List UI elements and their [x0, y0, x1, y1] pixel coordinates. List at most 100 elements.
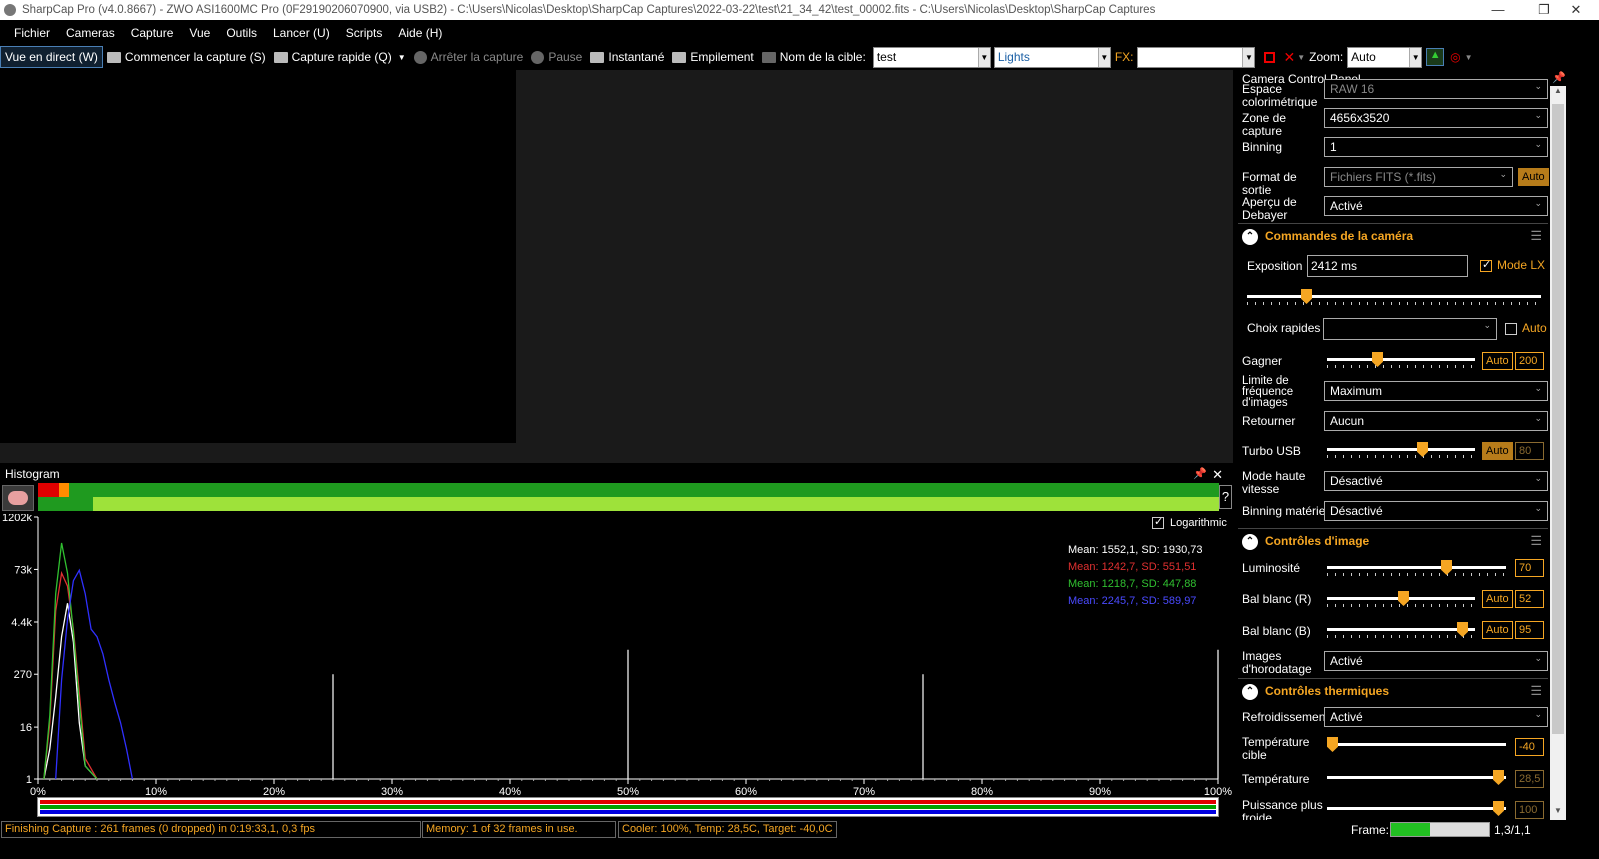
binning-dropdown[interactable]: 1 ⌄	[1324, 137, 1548, 157]
gain-value[interactable]: 200	[1515, 352, 1544, 370]
scroll-thumb[interactable]	[1552, 104, 1564, 734]
hamburger-icon[interactable]: ☰	[1530, 228, 1542, 244]
output-format-auto-button[interactable]: Auto	[1518, 168, 1549, 186]
menu-fichier[interactable]: Fichier	[14, 26, 50, 40]
timestamp-dropdown[interactable]: Activé ⌄	[1324, 651, 1548, 671]
output-format-dropdown[interactable]: Fichiers FITS (*.fits) ⌄	[1324, 167, 1513, 187]
quick-choice-label: Choix rapides	[1247, 321, 1321, 335]
target-name-label: Nom de la cible:	[758, 46, 870, 68]
debayer-dropdown[interactable]: Activé ⌄	[1324, 196, 1548, 216]
scroll-up-icon[interactable]: ▲	[1550, 86, 1566, 100]
close-icon[interactable]: ✕	[1212, 466, 1223, 483]
menu-capture[interactable]: Capture	[131, 26, 174, 40]
menu-cameras[interactable]: Cameras	[66, 26, 115, 40]
stacking-button[interactable]: Empilement	[668, 46, 757, 68]
range-bar[interactable]	[38, 497, 1219, 511]
minimize-button[interactable]: —	[1475, 0, 1521, 20]
logarithmic-checkbox[interactable]	[1152, 515, 1164, 529]
chevron-down-icon[interactable]: ▼	[1297, 53, 1305, 62]
usb-value[interactable]: 80	[1515, 442, 1544, 460]
scroll-down-icon[interactable]: ▼	[1550, 806, 1566, 820]
pause-button[interactable]: Pause	[527, 46, 586, 68]
start-capture-button[interactable]: Commencer la capture (S)	[103, 46, 270, 68]
hamburger-icon[interactable]: ☰	[1530, 683, 1542, 699]
help-button[interactable]: ?	[1219, 485, 1232, 509]
snapshot-button[interactable]: Instantané	[586, 46, 668, 68]
hw-binning-dropdown[interactable]: Désactivé ⌄	[1324, 501, 1548, 521]
x-tick-label: 100%	[1204, 786, 1232, 797]
dropdown-arrow-icon[interactable]: ▼	[398, 53, 406, 62]
gain-slider[interactable]	[1327, 352, 1475, 369]
exposure-slider[interactable]	[1247, 289, 1541, 306]
color-space-dropdown[interactable]: RAW 16 ⌄	[1324, 79, 1548, 99]
collapse-icon[interactable]: ⌃	[1242, 684, 1258, 700]
menu-lancer[interactable]: Lancer (U)	[273, 26, 330, 40]
fx-combo[interactable]: ▼	[1137, 46, 1256, 68]
y-tick-label: 16	[20, 722, 32, 734]
flip-dropdown[interactable]: Aucun ⌄	[1324, 411, 1548, 431]
chevron-down-icon[interactable]: ▼	[1097, 47, 1110, 67]
brightness-value[interactable]: 70	[1515, 559, 1544, 577]
panel-scrollbar[interactable]: ▲ ▼	[1550, 86, 1566, 820]
capture-area-dropdown[interactable]: 4656x3520 ⌄	[1324, 108, 1548, 128]
collapse-icon[interactable]: ⌃	[1242, 534, 1258, 550]
frame-type-combo[interactable]: Lights ▼	[993, 46, 1111, 68]
quick-choice-dropdown[interactable]: ⌄	[1323, 318, 1497, 340]
pin-icon[interactable]: 📌	[1552, 71, 1566, 84]
brain-button[interactable]	[2, 485, 34, 511]
level-bar[interactable]	[38, 483, 1219, 497]
gain-auto-button[interactable]: Auto	[1482, 352, 1513, 370]
wb-blue-slider[interactable]	[1327, 622, 1475, 639]
high-speed-dropdown[interactable]: Désactivé ⌄	[1324, 471, 1548, 491]
usb-turbo-slider[interactable]	[1327, 442, 1475, 459]
target-name-combo[interactable]: test ▼	[872, 46, 991, 68]
temperature-label: Température	[1242, 772, 1310, 786]
stat-blue: Mean: 2245,7, SD: 589,97	[1068, 595, 1197, 607]
chevron-down-icon[interactable]: ▼	[1409, 47, 1422, 67]
wb-blue-auto-button[interactable]: Auto	[1482, 621, 1513, 639]
frame-rate-dropdown[interactable]: Maximum ⌄	[1324, 381, 1548, 401]
reticle-icon[interactable]: ◎	[1450, 50, 1460, 64]
menu-vue[interactable]: Vue	[189, 26, 210, 40]
target-temp-slider[interactable]	[1327, 737, 1506, 754]
chevron-down-icon[interactable]: ▼	[977, 47, 990, 67]
hamburger-icon[interactable]: ☰	[1530, 533, 1542, 549]
chevron-down-icon[interactable]: ▼	[1465, 53, 1473, 62]
target-temp-thumb[interactable]	[1327, 737, 1338, 752]
wb-red-value[interactable]: 52	[1515, 590, 1544, 608]
lx-mode-checkbox[interactable]	[1480, 258, 1492, 272]
chevron-down-icon[interactable]: ▼	[1242, 47, 1255, 67]
live-view-button[interactable]: Vue en direct (W)	[0, 46, 103, 68]
usb-track	[1327, 448, 1475, 451]
logarithmic-toggle[interactable]: Logarithmic	[1152, 515, 1227, 529]
zoom-combo[interactable]: Auto ▼	[1347, 46, 1423, 68]
menu-outils[interactable]: Outils	[226, 26, 257, 40]
cooling-dropdown[interactable]: Activé ⌄	[1324, 707, 1548, 727]
record-box-icon[interactable]	[1264, 51, 1276, 63]
histogram-toggle-icon[interactable]: ▲	[1426, 48, 1445, 66]
quick-auto-checkbox[interactable]	[1505, 323, 1517, 335]
wb-blue-value[interactable]: 95	[1515, 621, 1544, 639]
exposure-input[interactable]: 2412 ms	[1307, 255, 1468, 277]
menu-aide[interactable]: Aide (H)	[398, 26, 442, 40]
stacking-label: Empilement	[690, 50, 754, 64]
menu-scripts[interactable]: Scripts	[346, 26, 383, 40]
wb-red-auto-button[interactable]: Auto	[1482, 590, 1513, 608]
section-image-controls[interactable]: ⌃ Contrôles d'image ☰	[1238, 528, 1548, 554]
section-thermal-controls[interactable]: ⌃ Contrôles thermiques ☰	[1238, 678, 1548, 704]
usb-auto-button[interactable]: Auto	[1482, 442, 1513, 460]
collapse-icon[interactable]: ⌃	[1242, 229, 1258, 245]
histogram-series-3	[55, 568, 134, 780]
close-window-button[interactable]: ✕	[1553, 0, 1599, 20]
target-temp-value[interactable]: -40	[1515, 738, 1544, 756]
image-preview[interactable]	[0, 70, 1233, 463]
stop-capture-button[interactable]: Arrêter la capture	[410, 46, 528, 68]
section-camera-controls[interactable]: ⌃ Commandes de la caméra ☰	[1238, 223, 1548, 249]
brightness-slider[interactable]	[1327, 560, 1506, 577]
wb-red-slider[interactable]	[1327, 591, 1475, 608]
pin-icon[interactable]: 📌	[1193, 466, 1207, 483]
crosshair-icon[interactable]: ✕	[1283, 49, 1295, 66]
gain-track	[1327, 358, 1475, 361]
range-fill	[93, 497, 1219, 511]
quick-capture-button[interactable]: Capture rapide (Q) ▼	[270, 46, 410, 68]
